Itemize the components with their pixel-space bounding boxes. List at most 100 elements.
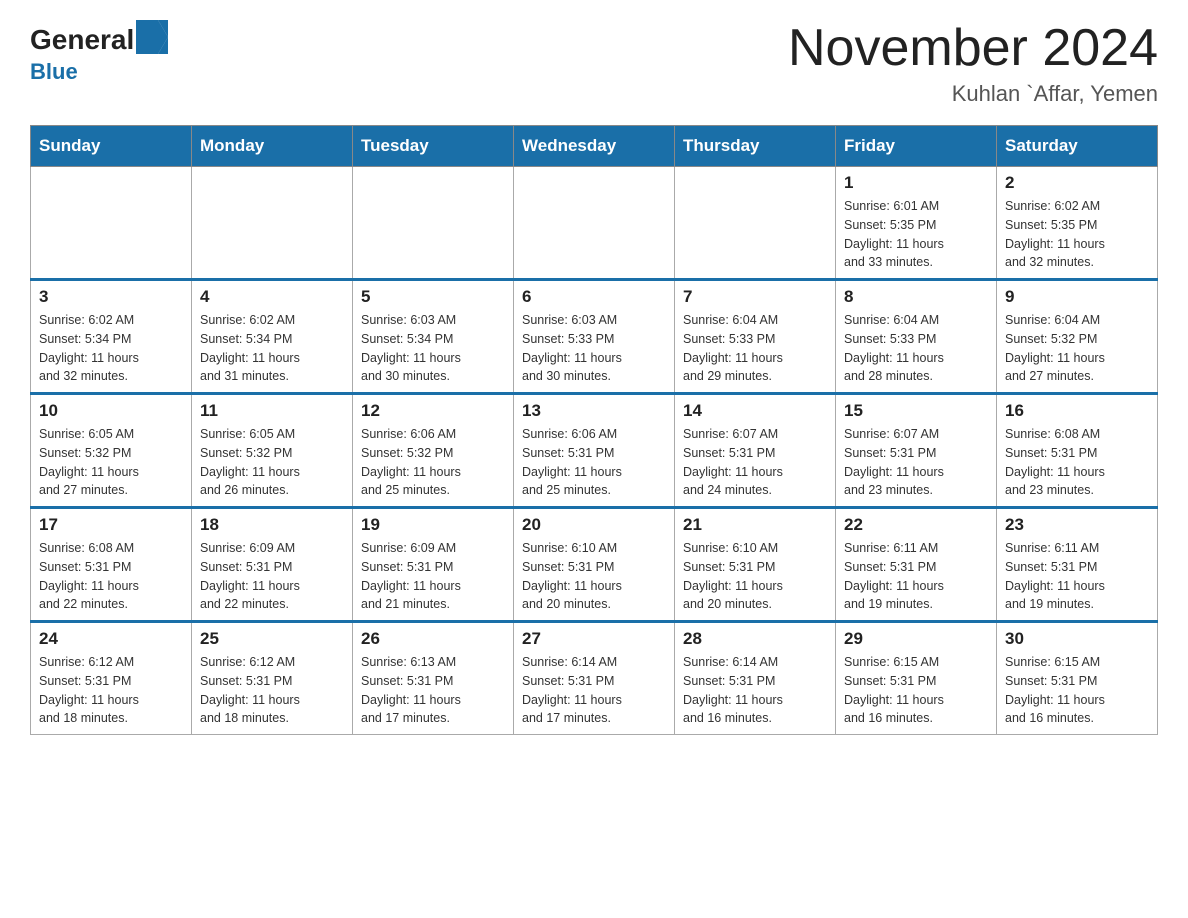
- calendar-cell: 30Sunrise: 6:15 AM Sunset: 5:31 PM Dayli…: [997, 622, 1158, 735]
- day-info: Sunrise: 6:08 AM Sunset: 5:31 PM Dayligh…: [1005, 425, 1149, 500]
- col-header-monday: Monday: [192, 126, 353, 167]
- calendar-cell: 29 Sunrise: 6:15 AM Sunset: 5:31 PM Dayli…: [836, 622, 997, 735]
- day-info: Sunrise: 6:05 AM Sunset: 5:32 PM Dayligh…: [200, 425, 344, 500]
- col-header-wednesday: Wednesday: [514, 126, 675, 167]
- day-info: Sunrise: 6:13 AM Sunset: 5:31 PM Dayligh…: [361, 653, 505, 728]
- day-number: 11: [200, 401, 344, 421]
- day-info: Sunrise: 6:02 AM Sunset: 5:34 PM Dayligh…: [200, 311, 344, 386]
- day-number: 30: [1005, 629, 1149, 649]
- day-number: 5: [361, 287, 505, 307]
- day-info: Sunrise: 6:15 AM Sunset: 5:31 PM Dayligh…: [844, 653, 988, 728]
- logo-arrow-icon: [136, 20, 168, 54]
- day-number: 9: [1005, 287, 1149, 307]
- day-number: 28: [683, 629, 827, 649]
- day-number: 13: [522, 401, 666, 421]
- day-number: 10: [39, 401, 183, 421]
- day-info: Sunrise: 6:04 AM Sunset: 5:33 PM Dayligh…: [683, 311, 827, 386]
- calendar-subtitle: Kuhlan `Affar, Yemen: [788, 81, 1158, 107]
- calendar-cell: 17 Sunrise: 6:08 AM Sunset: 5:31 PM Dayli…: [31, 508, 192, 622]
- day-number: 7: [683, 287, 827, 307]
- calendar-cell: 20 Sunrise: 6:10 AM Sunset: 5:31 PM Dayli…: [514, 508, 675, 622]
- day-number: 16: [1005, 401, 1149, 421]
- day-info: Sunrise: 6:14 AM Sunset: 5:31 PM Dayligh…: [683, 653, 827, 728]
- calendar-cell: 22 Sunrise: 6:11 AM Sunset: 5:31 PM Dayli…: [836, 508, 997, 622]
- day-number: 14: [683, 401, 827, 421]
- week-row-4: 17 Sunrise: 6:08 AM Sunset: 5:31 PM Dayli…: [31, 508, 1158, 622]
- day-number: 8: [844, 287, 988, 307]
- day-info: Sunrise: 6:08 AM Sunset: 5:31 PM Dayligh…: [39, 539, 183, 614]
- calendar-cell: 26 Sunrise: 6:13 AM Sunset: 5:31 PM Dayli…: [353, 622, 514, 735]
- calendar-cell: 13 Sunrise: 6:06 AM Sunset: 5:31 PM Dayli…: [514, 394, 675, 508]
- day-number: 18: [200, 515, 344, 535]
- day-info: Sunrise: 6:11 AM Sunset: 5:31 PM Dayligh…: [1005, 539, 1149, 614]
- calendar-cell: 6Sunrise: 6:03 AM Sunset: 5:33 PM Daylig…: [514, 280, 675, 394]
- week-row-5: 24 Sunrise: 6:12 AM Sunset: 5:31 PM Dayli…: [31, 622, 1158, 735]
- calendar-title: November 2024: [788, 20, 1158, 77]
- calendar-cell: [514, 167, 675, 280]
- day-number: 15: [844, 401, 988, 421]
- logo-arrow: [136, 20, 168, 59]
- calendar-cell: 12 Sunrise: 6:06 AM Sunset: 5:32 PM Dayli…: [353, 394, 514, 508]
- calendar-cell: 4Sunrise: 6:02 AM Sunset: 5:34 PM Daylig…: [192, 280, 353, 394]
- day-number: 26: [361, 629, 505, 649]
- day-info: Sunrise: 6:02 AM Sunset: 5:34 PM Dayligh…: [39, 311, 183, 386]
- col-header-friday: Friday: [836, 126, 997, 167]
- calendar-cell: 9 Sunrise: 6:04 AM Sunset: 5:32 PM Daylig…: [997, 280, 1158, 394]
- day-info: Sunrise: 6:02 AM Sunset: 5:35 PM Dayligh…: [1005, 197, 1149, 272]
- calendar-cell: 24 Sunrise: 6:12 AM Sunset: 5:31 PM Dayli…: [31, 622, 192, 735]
- calendar-cell: 16 Sunrise: 6:08 AM Sunset: 5:31 PM Dayli…: [997, 394, 1158, 508]
- calendar-cell: 5 Sunrise: 6:03 AM Sunset: 5:34 PM Daylig…: [353, 280, 514, 394]
- week-row-2: 3 Sunrise: 6:02 AM Sunset: 5:34 PM Daylig…: [31, 280, 1158, 394]
- day-number: 3: [39, 287, 183, 307]
- title-area: November 2024 Kuhlan `Affar, Yemen: [788, 20, 1158, 107]
- calendar-cell: [675, 167, 836, 280]
- logo-blue-label: Blue: [30, 59, 78, 85]
- calendar-cell: 14 Sunrise: 6:07 AM Sunset: 5:31 PM Dayli…: [675, 394, 836, 508]
- col-header-sunday: Sunday: [31, 126, 192, 167]
- calendar-cell: 1 Sunrise: 6:01 AM Sunset: 5:35 PM Daylig…: [836, 167, 997, 280]
- day-number: 19: [361, 515, 505, 535]
- calendar-cell: 23Sunrise: 6:11 AM Sunset: 5:31 PM Dayli…: [997, 508, 1158, 622]
- col-header-saturday: Saturday: [997, 126, 1158, 167]
- calendar-cell: 21 Sunrise: 6:10 AM Sunset: 5:31 PM Dayli…: [675, 508, 836, 622]
- header: General Blue November 2024 Kuhlan `Affar…: [30, 20, 1158, 107]
- calendar-cell: 8 Sunrise: 6:04 AM Sunset: 5:33 PM Daylig…: [836, 280, 997, 394]
- day-info: Sunrise: 6:10 AM Sunset: 5:31 PM Dayligh…: [683, 539, 827, 614]
- day-headers-row: SundayMondayTuesdayWednesdayThursdayFrid…: [31, 126, 1158, 167]
- calendar-cell: 15Sunrise: 6:07 AM Sunset: 5:31 PM Dayli…: [836, 394, 997, 508]
- col-header-thursday: Thursday: [675, 126, 836, 167]
- calendar-cell: 11 Sunrise: 6:05 AM Sunset: 5:32 PM Dayli…: [192, 394, 353, 508]
- day-number: 20: [522, 515, 666, 535]
- day-info: Sunrise: 6:03 AM Sunset: 5:33 PM Dayligh…: [522, 311, 666, 386]
- day-number: 24: [39, 629, 183, 649]
- day-info: Sunrise: 6:09 AM Sunset: 5:31 PM Dayligh…: [361, 539, 505, 614]
- calendar-cell: 18Sunrise: 6:09 AM Sunset: 5:31 PM Dayli…: [192, 508, 353, 622]
- calendar-table: SundayMondayTuesdayWednesdayThursdayFrid…: [30, 125, 1158, 735]
- day-info: Sunrise: 6:04 AM Sunset: 5:33 PM Dayligh…: [844, 311, 988, 386]
- day-number: 1: [844, 173, 988, 193]
- day-info: Sunrise: 6:10 AM Sunset: 5:31 PM Dayligh…: [522, 539, 666, 614]
- day-number: 12: [361, 401, 505, 421]
- day-number: 17: [39, 515, 183, 535]
- day-info: Sunrise: 6:05 AM Sunset: 5:32 PM Dayligh…: [39, 425, 183, 500]
- day-info: Sunrise: 6:04 AM Sunset: 5:32 PM Dayligh…: [1005, 311, 1149, 386]
- day-number: 22: [844, 515, 988, 535]
- calendar-cell: 3 Sunrise: 6:02 AM Sunset: 5:34 PM Daylig…: [31, 280, 192, 394]
- day-info: Sunrise: 6:14 AM Sunset: 5:31 PM Dayligh…: [522, 653, 666, 728]
- calendar-cell: [192, 167, 353, 280]
- week-row-3: 10 Sunrise: 6:05 AM Sunset: 5:32 PM Dayli…: [31, 394, 1158, 508]
- day-info: Sunrise: 6:01 AM Sunset: 5:35 PM Dayligh…: [844, 197, 988, 272]
- day-info: Sunrise: 6:07 AM Sunset: 5:31 PM Dayligh…: [683, 425, 827, 500]
- day-info: Sunrise: 6:12 AM Sunset: 5:31 PM Dayligh…: [39, 653, 183, 728]
- calendar-cell: 28 Sunrise: 6:14 AM Sunset: 5:31 PM Dayli…: [675, 622, 836, 735]
- day-number: 27: [522, 629, 666, 649]
- logo-area: General Blue: [30, 20, 168, 85]
- day-info: Sunrise: 6:03 AM Sunset: 5:34 PM Dayligh…: [361, 311, 505, 386]
- day-info: Sunrise: 6:06 AM Sunset: 5:32 PM Dayligh…: [361, 425, 505, 500]
- day-number: 29: [844, 629, 988, 649]
- day-number: 21: [683, 515, 827, 535]
- day-info: Sunrise: 6:11 AM Sunset: 5:31 PM Dayligh…: [844, 539, 988, 614]
- week-row-1: 1 Sunrise: 6:01 AM Sunset: 5:35 PM Daylig…: [31, 167, 1158, 280]
- logo-general-text: General: [30, 24, 134, 56]
- day-info: Sunrise: 6:06 AM Sunset: 5:31 PM Dayligh…: [522, 425, 666, 500]
